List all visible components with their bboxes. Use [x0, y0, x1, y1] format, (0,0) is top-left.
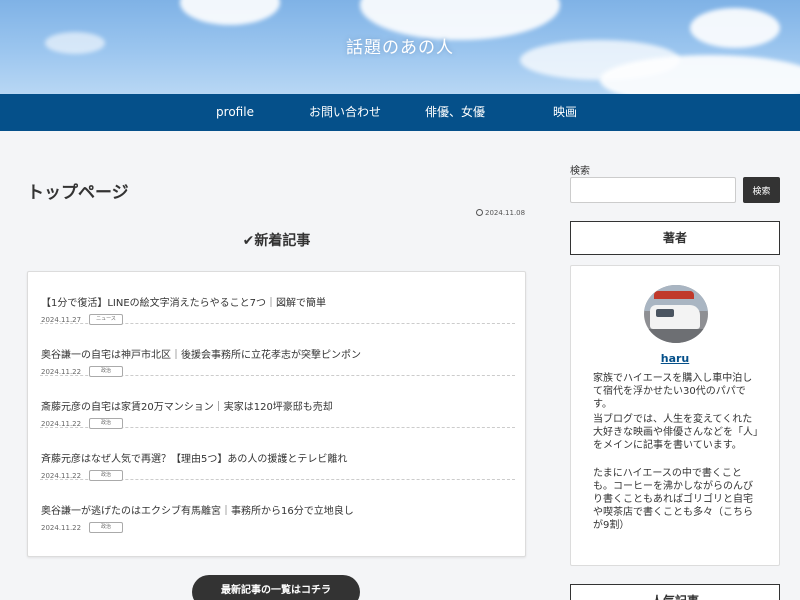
article-title[interactable]: 奥谷謙一が逃げたのはエクシブ有馬離宮｜事務所から16分で立地良し [41, 502, 354, 517]
list-item[interactable]: 斎藤元彦の自宅は家賃20万マンション｜実家は120坪豪邸も売却 2024.11.… [40, 376, 515, 429]
post-date-text: 2024.11.08 [485, 209, 526, 217]
popular-heading: 人気記事 [570, 584, 780, 600]
list-item[interactable]: 【1分で復活】LINEの絵文字消えたらやること7つ｜図解で簡単 2024.11.… [40, 272, 515, 325]
article-date: 2024.11.22 [41, 420, 82, 428]
author-bio-paragraph: 家族でハイエースを購入し車中泊して宿代を浮かせたい30代のパパです。 [593, 373, 753, 410]
author-heading: 著者 [570, 221, 780, 255]
section-title: ✔新着記事 [242, 233, 311, 249]
author-bio-paragraph: たまにハイエースの中で書くことも。コーヒーを沸かしながらのんびり書くこともあれば… [593, 468, 753, 531]
article-title[interactable]: 【1分で復活】LINEの絵文字消えたらやること7つ｜図解で簡単 [41, 294, 326, 309]
article-title[interactable]: 奥谷謙一の自宅は神戸市北区｜後援会事務所に立花孝志が突撃ピンポン [41, 346, 361, 361]
nav-item-movies[interactable]: 映画 [553, 94, 577, 131]
author-name[interactable]: haru [571, 352, 779, 365]
more-articles-button[interactable]: 最新記事の一覧はコチラ [192, 575, 360, 600]
search-label: 検索 [570, 166, 590, 177]
article-date: 2024.11.22 [41, 472, 82, 480]
author-bio-paragraph: 当ブログでは、人生を変えてくれた大好きな映画や俳優さんなどを「人」をメインに記事… [593, 414, 758, 451]
nav-item-actors[interactable]: 俳優、女優 [425, 94, 485, 131]
list-item[interactable]: 斉藤元彦はなぜ人気で再選？【理由5つ】あの人の援護とテレビ離れ 2024.11.… [40, 428, 515, 481]
avatar[interactable] [644, 285, 708, 343]
site-header: 話題のあの人 [0, 0, 800, 94]
list-item[interactable]: 奥谷謙一の自宅は神戸市北区｜後援会事務所に立花孝志が突撃ピンポン 2024.11… [40, 324, 515, 377]
post-date: 2024.11.08 [476, 209, 525, 217]
article-title[interactable]: 斎藤元彦の自宅は家賃20万マンション｜実家は120坪豪邸も売却 [41, 398, 333, 413]
article-title[interactable]: 斉藤元彦はなぜ人気で再選？【理由5つ】あの人の援護とテレビ離れ [41, 450, 347, 465]
search-input[interactable] [570, 177, 736, 203]
article-date: 2024.11.27 [41, 316, 82, 324]
cloud-decoration [180, 0, 280, 25]
list-item[interactable]: 奥谷謙一が逃げたのはエクシブ有馬離宮｜事務所から16分で立地良し 2024.11… [40, 480, 515, 533]
category-badge[interactable]: 政治 [89, 522, 123, 533]
nav-item-contact[interactable]: お問い合わせ [309, 94, 381, 131]
new-articles-list: 【1分で復活】LINEの絵文字消えたらやること7つ｜図解で簡単 2024.11.… [27, 271, 526, 557]
article-date: 2024.11.22 [41, 368, 82, 376]
author-box: haru 家族でハイエースを購入し車中泊して宿代を浮かせたい30代のパパです。 … [570, 265, 780, 566]
page-title: トップページ [27, 183, 129, 203]
nav-item-profile[interactable]: profile [216, 94, 254, 131]
global-nav: profile お問い合わせ 俳優、女優 映画 [0, 94, 800, 131]
article-date: 2024.11.22 [41, 524, 82, 532]
clock-icon [476, 209, 483, 216]
search-button[interactable]: 検索 [743, 177, 780, 203]
site-title[interactable]: 話題のあの人 [0, 33, 800, 58]
